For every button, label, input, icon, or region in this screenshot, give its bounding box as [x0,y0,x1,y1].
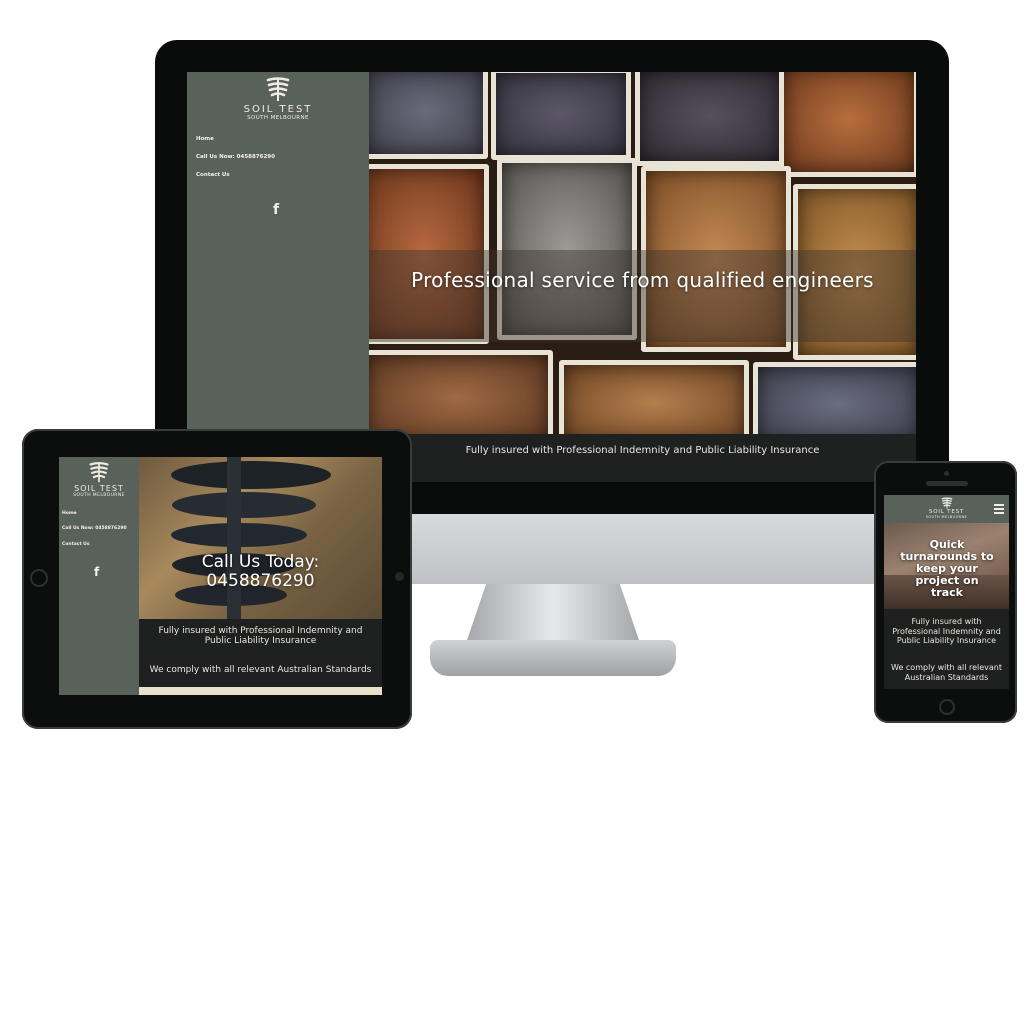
desktop-monitor-stand-base [430,640,676,676]
standards-text: We comply with all relevant Australian S… [891,663,1002,682]
soil-box-image [369,350,553,434]
standards-text: We comply with all relevant Australian S… [149,665,372,675]
soil-box-image [559,360,749,434]
brand-name: SOIL TEST [243,104,313,115]
soil-box-image [369,72,488,159]
hero-overlay [369,250,916,342]
brand-subtitle: SOUTH MELBOURNE [247,115,309,121]
phone-camera [944,471,949,476]
tablet-insurance-band: Fully insured with Professional Indemnit… [139,619,382,687]
auger-logo-icon [941,497,952,509]
tablet-home-button[interactable] [30,569,48,587]
nav-call-us[interactable]: Call Us Now: 0458876290 [196,154,275,160]
facebook-icon[interactable]: f [94,565,99,579]
desktop-insurance-band: Fully insured with Professional Indemnit… [369,434,916,482]
tablet-logo[interactable]: SOIL TEST SOUTH MELBOURNE [59,461,139,498]
soil-box-image [491,72,631,160]
desktop-sidebar: SOIL TEST SOUTH MELBOURNE Home Call Us N… [187,72,369,482]
auger-logo-icon [266,77,290,101]
tablet-sidebar: SOIL TEST SOUTH MELBOURNE Home Call Us N… [59,457,139,695]
tablet-hero-heading-line1: Call Us Today: [201,552,320,572]
phone-logo[interactable]: SOIL TEST SOUTH MELBOURNE [914,497,979,519]
tablet-hero-heading-line2: 0458876290 [206,571,315,591]
phone-home-button[interactable] [939,699,955,715]
insurance-text: Fully insured with Professional Indemnit… [158,626,363,646]
phone-hero-heading: Quick turnarounds to keep your project o… [900,538,994,599]
phone-speaker [926,481,968,486]
nav-contact-us[interactable]: Contact Us [196,172,230,178]
phone-insurance-band: Fully insured with Professional Indemnit… [884,609,1009,689]
tablet-hero: Call Us Today: 0458876290 [139,457,382,619]
tablet-camera [395,572,404,581]
desktop-screen: SOIL TEST SOUTH MELBOURNE Home Call Us N… [187,72,916,482]
tablet-screen: SOIL TEST SOUTH MELBOURNE Home Call Us N… [59,457,382,695]
nav-home[interactable]: Home [62,511,77,516]
brand-subtitle: SOUTH MELBOURNE [925,515,968,519]
auger-logo-icon [89,462,109,483]
desktop-monitor-stand-neck [465,584,641,646]
hamburger-icon[interactable] [994,504,1004,514]
soil-box-image [779,72,916,177]
facebook-icon[interactable]: f [273,202,279,218]
brand-name: SOIL TEST [74,484,124,493]
nav-contact-us[interactable]: Contact Us [62,542,90,547]
soil-box-image [753,362,916,434]
nav-home[interactable]: Home [196,136,214,142]
phone-header: SOIL TEST SOUTH MELBOURNE [884,495,1009,523]
desktop-hero-heading: Professional service from qualified engi… [411,268,874,292]
nav-call-us[interactable]: Call Us Now: 0458876290 [62,526,127,531]
phone-screen: SOIL TEST SOUTH MELBOURNE Quick turnarou… [884,495,1009,689]
tablet-next-section [139,687,382,695]
auger-drill-image [171,457,331,619]
brand-subtitle: SOUTH MELBOURNE [73,493,125,498]
insurance-text: Fully insured with Professional Indemnit… [465,445,820,456]
phone-hero: Quick turnarounds to keep your project o… [884,523,1009,609]
desktop-logo[interactable]: SOIL TEST SOUTH MELBOURNE [187,76,369,121]
insurance-text: Fully insured with Professional Indemnit… [892,617,1001,645]
desktop-hero: Professional service from qualified engi… [369,72,916,434]
soil-box-image [635,72,785,166]
